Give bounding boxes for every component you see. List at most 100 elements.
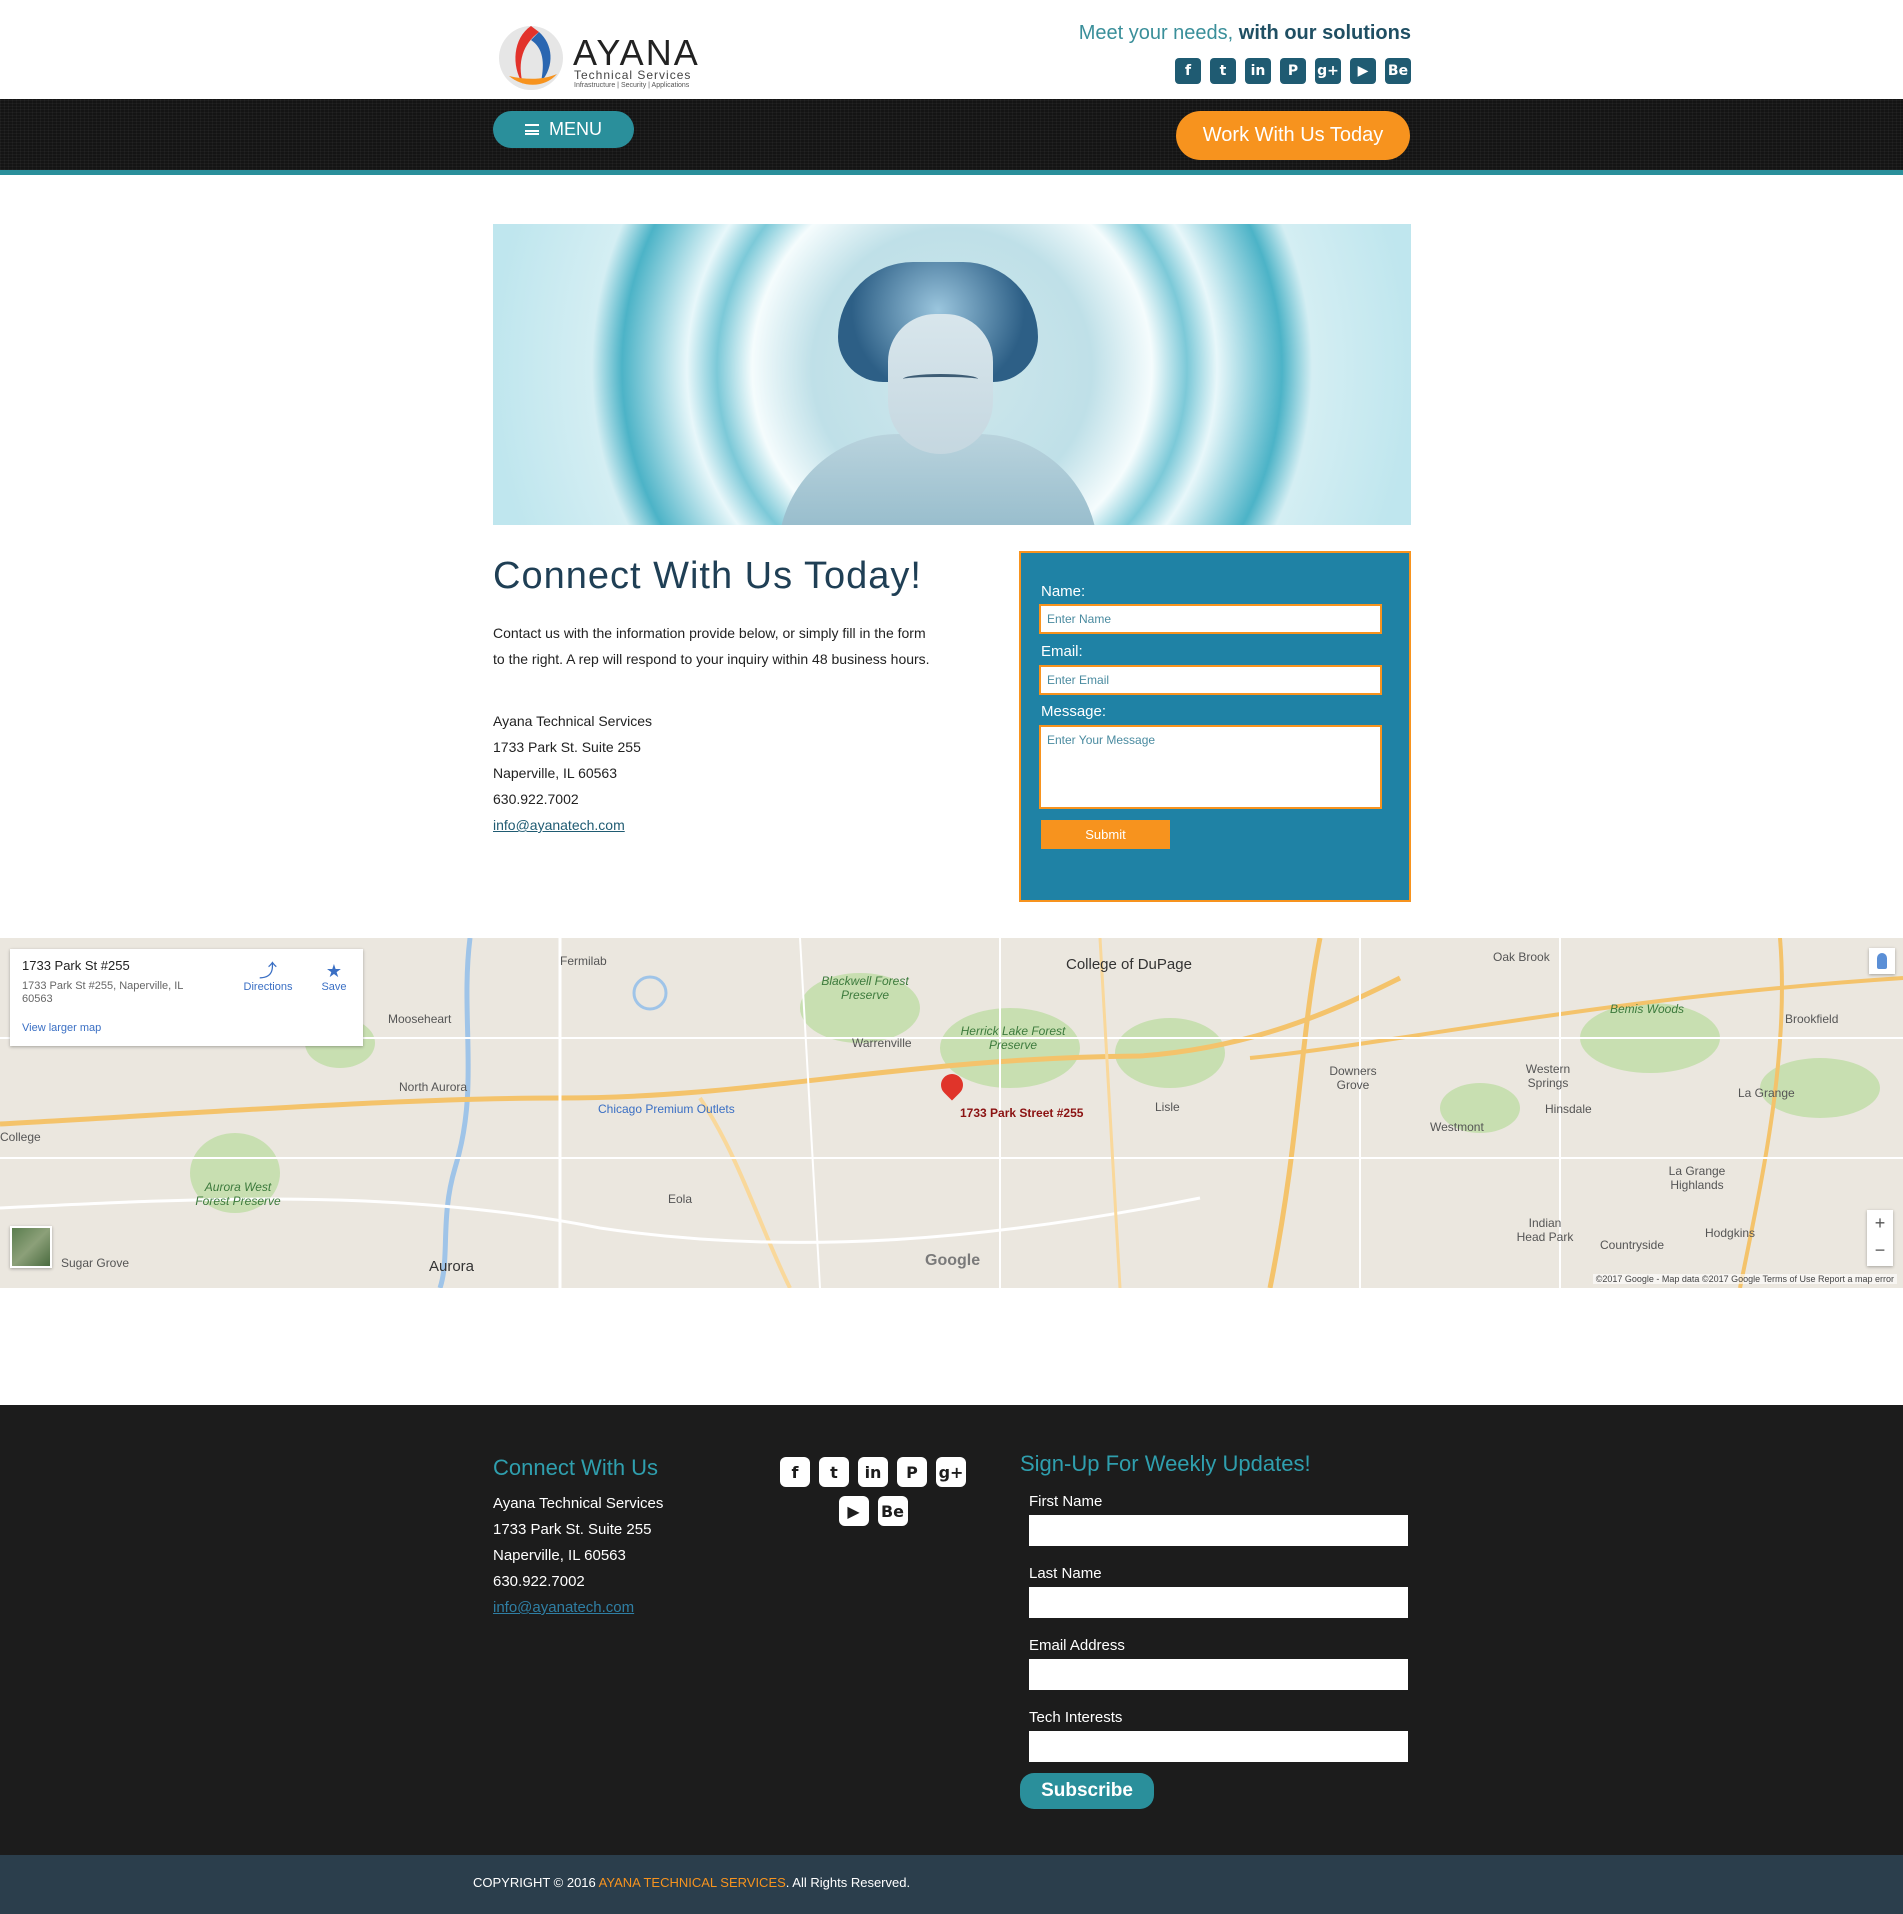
email-address-input[interactable] (1029, 1659, 1408, 1690)
zoom-out-button[interactable]: − (1867, 1237, 1893, 1264)
last-name-label: Last Name (1029, 1565, 1102, 1582)
email-address-label: Email Address (1029, 1637, 1125, 1654)
tagline-bold: with our solutions (1238, 22, 1411, 44)
save-button[interactable]: ★ Save (312, 961, 356, 993)
pinterest-icon[interactable]: P (1280, 58, 1306, 84)
map-place-label: College of DuPage (1066, 956, 1192, 973)
youtube-icon[interactable]: ▶ (838, 1496, 869, 1526)
map-place-label: La Grange Highlands (1668, 1164, 1726, 1192)
map-place-label: Blackwell Forest Preserve (821, 974, 909, 1002)
tech-interests-label: Tech Interests (1029, 1709, 1123, 1726)
menu-button[interactable]: MENU (493, 111, 634, 148)
directions-button[interactable]: ⤴ Directions (238, 961, 298, 993)
satellite-toggle[interactable] (10, 1226, 52, 1268)
behance-icon[interactable]: Be (1385, 58, 1411, 84)
map-pin-label: 1733 Park Street #255 (960, 1106, 1084, 1120)
google-map[interactable]: Fermilab College of DuPage Oak Brook Bla… (0, 938, 1903, 1288)
linkedin-icon[interactable]: in (1245, 58, 1271, 84)
copyright-suffix: . All Rights Reserved. (785, 1875, 911, 1890)
header-tagline: Meet your needs, with our solutions (1079, 22, 1411, 45)
map-place-label: Oak Brook (1493, 950, 1550, 964)
facebook-icon[interactable]: f (780, 1457, 810, 1487)
header-social-links: f t in P g+ ▶ Be (1175, 58, 1411, 84)
map-place-label: Fermilab (560, 954, 607, 968)
twitter-icon[interactable]: t (1210, 58, 1236, 84)
copyright-prefix: COPYRIGHT © 2016 (473, 1875, 599, 1890)
ayana-logo[interactable]: AYANA Technical Services Infrastructure … (493, 18, 709, 94)
pinterest-icon[interactable]: P (897, 1457, 927, 1487)
street-address: 1733 Park St. Suite 255 (493, 739, 641, 755)
map-place-label: Aurora West Forest Preserve (195, 1180, 281, 1208)
tagline-prefix: Meet your needs, (1078, 22, 1239, 44)
street-view-pegman-icon[interactable] (1869, 948, 1895, 974)
star-icon: ★ (325, 961, 343, 981)
map-zoom-control: + − (1867, 1210, 1893, 1266)
map-place-label: Eola (668, 1192, 693, 1206)
footer-email-link[interactable]: info@ayanatech.com (493, 1599, 634, 1616)
city-state-zip: Naperville, IL 60563 (493, 765, 618, 781)
phone-number: 630.922.7002 (493, 791, 579, 807)
directions-icon: ⤴ (259, 961, 277, 981)
map-card-title: 1733 Park St #255 (22, 958, 130, 973)
contact-address: Ayana Technical Services 1733 Park St. S… (493, 708, 933, 838)
email-input[interactable]: Enter Email (1039, 665, 1382, 695)
map-place-label: Sugar Grove (61, 1256, 130, 1270)
map-place-label: Bemis Woods (1610, 1002, 1685, 1016)
google-plus-icon[interactable]: g+ (936, 1457, 966, 1487)
logo-tagline: Infrastructure | Security | Applications (574, 82, 690, 89)
email-label: Email: (1041, 643, 1083, 660)
map-place-label: Hodgkins (1705, 1226, 1756, 1240)
map-place-label: Brookfield (1785, 1012, 1839, 1026)
footer-company: Ayana Technical Services (493, 1495, 664, 1512)
twitter-icon[interactable]: t (819, 1457, 849, 1487)
footer-street: 1733 Park St. Suite 255 (493, 1521, 652, 1538)
logo-swirl-icon (499, 26, 563, 90)
map-place-label: Lisle (1155, 1100, 1180, 1114)
first-name-input[interactable] (1029, 1515, 1408, 1546)
map-place-label: Warrenville (852, 1036, 912, 1050)
subscribe-button[interactable]: Subscribe (1020, 1773, 1154, 1809)
map-attribution: ©2017 Google - Map data ©2017 Google Ter… (1592, 1274, 1897, 1284)
email-link[interactable]: info@ayanatech.com (493, 817, 625, 833)
behance-icon[interactable]: Be (877, 1496, 908, 1526)
name-input[interactable]: Enter Name (1039, 604, 1382, 634)
work-with-us-button[interactable]: Work With Us Today (1176, 111, 1410, 160)
view-larger-map-link[interactable]: View larger map (22, 1022, 101, 1034)
company-name: Ayana Technical Services (493, 713, 653, 729)
linkedin-icon[interactable]: in (858, 1457, 888, 1487)
name-label: Name: (1041, 583, 1086, 600)
map-place-label: Herrick Lake Forest Preserve (960, 1024, 1066, 1052)
hero-image (493, 224, 1411, 525)
site-footer: Connect With Us Ayana Technical Services… (0, 1405, 1903, 1855)
map-card-address: 1733 Park St #255, Naperville, IL 60563 (22, 980, 184, 1005)
map-place-label: Western Springs (1525, 1062, 1571, 1090)
map-place-label: Hinsdale (1545, 1102, 1592, 1116)
google-logo: Google (925, 1252, 981, 1269)
message-textarea[interactable]: Enter Your Message (1039, 725, 1382, 809)
hero-eyes (903, 374, 978, 384)
map-place-label: Countryside (1600, 1238, 1665, 1252)
map-place-label: Indian Head Park (1516, 1216, 1574, 1244)
map-place-label: Downers Grove (1329, 1064, 1377, 1092)
message-label: Message: (1041, 703, 1107, 720)
footer-city: Naperville, IL 60563 (493, 1547, 626, 1564)
directions-label: Directions (243, 981, 293, 993)
submit-button[interactable]: Submit (1041, 820, 1170, 849)
tech-interests-input[interactable] (1029, 1731, 1408, 1762)
google-plus-icon[interactable]: g+ (1315, 58, 1341, 84)
map-place-label: College (0, 1130, 41, 1144)
zoom-in-button[interactable]: + (1867, 1210, 1893, 1237)
contact-form: Name: Enter Name Email: Enter Email Mess… (1019, 551, 1411, 902)
map-place-label: Westmont (1430, 1120, 1484, 1134)
youtube-icon[interactable]: ▶ (1350, 58, 1376, 84)
last-name-input[interactable] (1029, 1587, 1408, 1618)
facebook-icon[interactable]: f (1175, 58, 1201, 84)
page-title: Connect With Us Today! (493, 555, 922, 597)
footer-phone: 630.922.7002 (493, 1573, 585, 1590)
nav-bar: MENU Work With Us Today (0, 99, 1903, 175)
footer-social-links: f t in P g+ ▶ Be (778, 1457, 968, 1526)
map-place-label: Aurora (429, 1258, 475, 1275)
copyright-company-link[interactable]: AYANA TECHNICAL SERVICES (599, 1875, 786, 1890)
footer-address: Ayana Technical Services 1733 Park St. S… (493, 1491, 663, 1621)
map-info-card: 1733 Park St #255 1733 Park St #255, Nap… (10, 949, 363, 1046)
